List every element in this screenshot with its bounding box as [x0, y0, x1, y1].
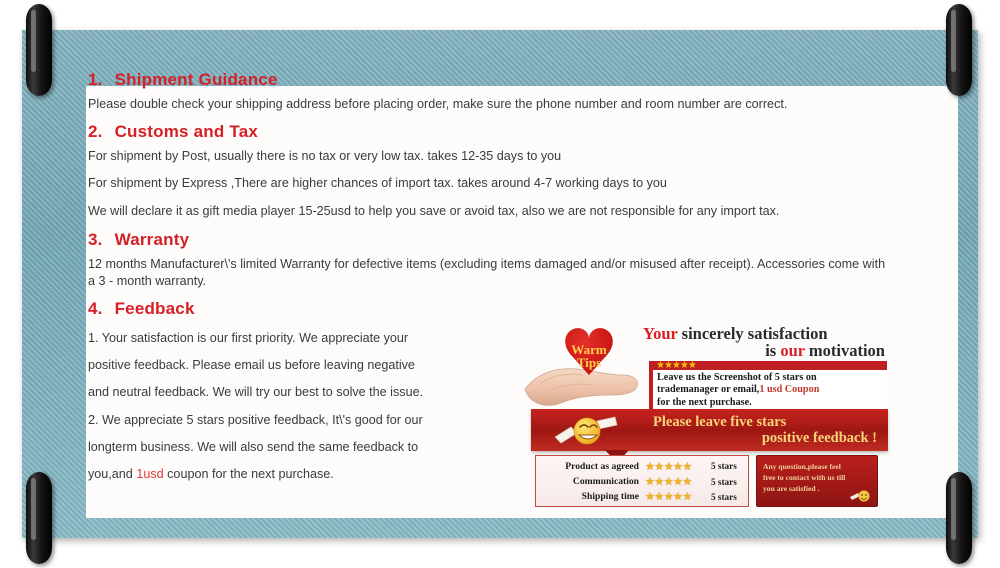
feedback-line-2: positive feedback. Please email us befor…: [88, 357, 415, 372]
rating-table: Product as agreed ★★★★★ 5 stars Communic…: [535, 454, 749, 507]
feedback-line-6-pre: you,and: [88, 467, 137, 482]
bottom-promo-row: Product as agreed ★★★★★ 5 stars Communic…: [531, 454, 888, 511]
five-stars-icon: ★★★★★: [656, 359, 697, 371]
question-line-1: Any question,please feel: [763, 461, 841, 471]
promo-banner-page: 1. Shipment Guidance Please double check …: [0, 0, 1000, 568]
section-number: 3.: [88, 230, 103, 250]
feedback-columns: 1. Your satisfaction is our first priori…: [88, 325, 889, 507]
screenshot-coupon-box: ★★★★★ Leave us the Screenshot of 5 stars…: [649, 359, 887, 411]
feedback-line-3: and neutral feedback. We will try our be…: [88, 385, 424, 400]
section-title-text: Customs and Tax: [114, 121, 259, 141]
section-heading-customs: 2. Customs and Tax: [88, 122, 888, 142]
coupon-highlight: 1 usd Coupon: [759, 384, 820, 396]
coupon-amount-highlight: 1usd: [136, 467, 164, 482]
scroll-rod-top-right: [946, 4, 972, 96]
heart-label-tips: Tips: [577, 355, 601, 370]
sincerely-satisfaction-tagline: Your sincerely satisfaction is our motiv…: [641, 325, 889, 359]
laughing-smiley-icon: [554, 416, 618, 445]
section-number: 2.: [88, 121, 103, 141]
hand-holding-heart-icon: Warm Tips: [524, 327, 638, 406]
tagline-our: our: [780, 340, 805, 360]
shipment-paragraph-1: Please double check your shipping addres…: [88, 97, 788, 111]
feedback-line-5: longterm business. We will also send the…: [88, 439, 419, 454]
tagline-is: is: [765, 340, 781, 360]
screenshot-box-text: Leave us the Screenshot of 5 stars on tr…: [653, 370, 887, 411]
warm-tips-row: Warm Tips Your sincerely satisfaction is…: [524, 325, 889, 411]
scroll-rod-bottom-left: [26, 472, 52, 564]
rating-stars-icon: ★★★★★: [645, 460, 692, 473]
screenshot-box-topbar: ★★★★★: [653, 359, 887, 371]
rating-label-shipping: Shipping time: [581, 491, 639, 503]
customs-paragraph-2: For shipment by Express ,There are highe…: [88, 176, 667, 191]
customs-paragraph-3: We will declare it as gift media player …: [88, 203, 780, 218]
rating-label-product: Product as agreed: [565, 460, 639, 472]
section-heading-shipment: 1. Shipment Guidance: [88, 70, 888, 90]
feedback-line-6-post: coupon for the next purchase.: [163, 467, 334, 482]
section-warranty: 3. Warranty 12 months Manufacturer\'s lim…: [88, 230, 888, 289]
rating-stars-icon: ★★★★★: [645, 476, 692, 489]
section-title-text: Warranty: [114, 230, 190, 250]
ribbon-text: Please leave five stars positive feedbac…: [653, 414, 881, 446]
section-number: 4.: [88, 298, 103, 318]
section-shipment-guidance: 1. Shipment Guidance Please double check …: [88, 70, 888, 113]
feedback-text-column: 1. Your satisfaction is our first priori…: [88, 325, 531, 491]
section-title-text: Feedback: [114, 298, 195, 318]
table-row: Communication ★★★★★ 5 stars: [541, 474, 743, 489]
screenshot-box-line-2: trademanager or email,1 usd Coupon: [657, 384, 885, 396]
small-smiley-icon: [850, 489, 870, 502]
rating-value-shipping: 5 stars: [711, 491, 737, 502]
question-line-2: free to contact with us till: [763, 472, 846, 482]
tagline-sincerely-satisfaction: sincerely satisfaction: [677, 323, 828, 343]
policy-content: 1. Shipment Guidance Please double check …: [88, 70, 888, 507]
feedback-line-6: you,and 1usd coupon for the next purchas…: [88, 463, 531, 486]
tagline-motivation: motivation: [804, 340, 885, 360]
rating-stars-icon: ★★★★★: [645, 491, 692, 504]
section-customs-and-tax: 2. Customs and Tax For shipment by Post, …: [88, 122, 888, 220]
screenshot-box-line-1: Leave us the Screenshot of 5 stars on: [657, 371, 817, 383]
section-heading-warranty: 3. Warranty: [88, 230, 888, 250]
scroll-rod-top-left: [26, 4, 52, 96]
rating-value-communication: 5 stars: [711, 476, 737, 487]
customs-paragraph-1: For shipment by Post, usually there is n…: [88, 148, 562, 163]
section-number: 1.: [88, 70, 103, 89]
rating-value-product: 5 stars: [711, 461, 737, 472]
screenshot-box-line-3: for the next purchase.: [657, 396, 752, 408]
feedback-line-1: 1. Your satisfaction is our first priori…: [88, 330, 409, 345]
five-stars-ribbon-banner: Please leave five stars positive feedbac…: [531, 408, 888, 463]
ribbon-line-1: Please leave five stars: [653, 413, 787, 430]
ribbon-line-2: positive feedback !: [761, 429, 877, 446]
section-heading-feedback: 4. Feedback: [88, 299, 888, 319]
contact-question-box: Any question,please feel free to contact…: [756, 454, 878, 507]
table-row: Product as agreed ★★★★★ 5 stars: [541, 459, 743, 474]
scroll-rod-bottom-right: [946, 472, 972, 564]
feedback-line-4: 2. We appreciate 5 stars positive feedba…: [88, 412, 423, 427]
table-row: Shipping time ★★★★★ 5 stars: [541, 489, 743, 504]
tagline-your: Your: [643, 323, 678, 343]
promo-graphics-column: Warm Tips Your sincerely satisfaction is…: [524, 325, 889, 507]
section-title-text: Shipment Guidance: [114, 70, 278, 89]
section-feedback: 4. Feedback 1. Your satisfaction is our f…: [88, 299, 889, 507]
screenshot-box-line-2-pre: trademanager or email,: [657, 384, 760, 396]
rating-label-communication: Communication: [572, 476, 639, 488]
warranty-paragraph-1: 12 months Manufacturer\'s limited Warran…: [88, 257, 886, 289]
